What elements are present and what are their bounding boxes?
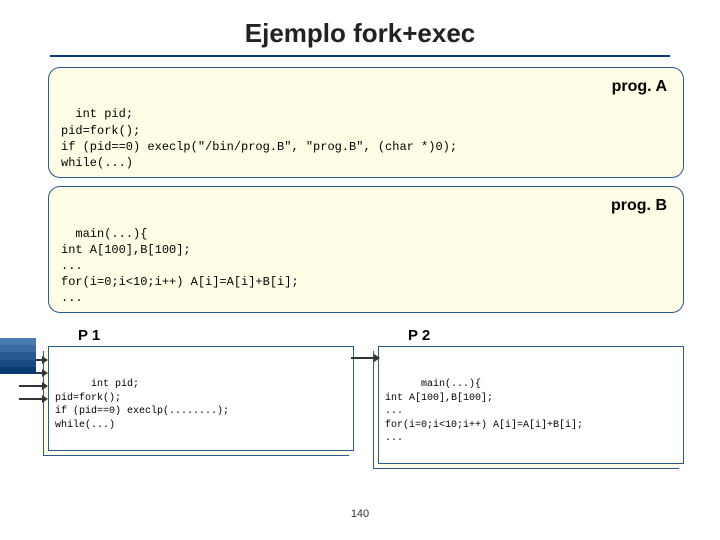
title-rule bbox=[50, 55, 670, 57]
arrow-icon bbox=[19, 392, 48, 405]
col-p2: P 2 main(...){ int A[100],B[100]; ... fo… bbox=[378, 321, 684, 464]
code-box-prog-a: prog. A int pid; pid=fork(); if (pid==0)… bbox=[48, 67, 684, 178]
code-p2: main(...){ int A[100],B[100]; ... for(i=… bbox=[385, 379, 583, 444]
box-p1: int pid; pid=fork(); if (pid==0) execlp(… bbox=[48, 346, 354, 451]
page-number: 140 bbox=[0, 508, 720, 520]
label-prog-a: prog. A bbox=[612, 76, 667, 98]
arrow-stack-p2 bbox=[351, 351, 380, 364]
process-row: P 1 int pid; pid=fork(); if (pid==0) exe… bbox=[48, 321, 684, 464]
p1-title: P 1 bbox=[78, 327, 354, 344]
box-p2: main(...){ int A[100],B[100]; ... for(i=… bbox=[378, 346, 684, 464]
code-p1: int pid; pid=fork(); if (pid==0) execlp(… bbox=[55, 379, 229, 431]
arrow-icon bbox=[19, 379, 48, 392]
label-prog-b: prog. B bbox=[611, 195, 667, 217]
code-box-prog-b: prog. B main(...){ int A[100],B[100]; ..… bbox=[48, 186, 684, 313]
slide-accent-block bbox=[0, 338, 36, 374]
slide-title: Ejemplo fork+exec bbox=[0, 0, 720, 55]
p2-title: P 2 bbox=[408, 327, 684, 344]
code-prog-b: main(...){ int A[100],B[100]; ... for(i=… bbox=[61, 227, 299, 306]
code-prog-a: int pid; pid=fork(); if (pid==0) execlp(… bbox=[61, 107, 457, 170]
arrow-icon bbox=[351, 351, 380, 364]
col-p1: P 1 int pid; pid=fork(); if (pid==0) exe… bbox=[48, 321, 354, 464]
